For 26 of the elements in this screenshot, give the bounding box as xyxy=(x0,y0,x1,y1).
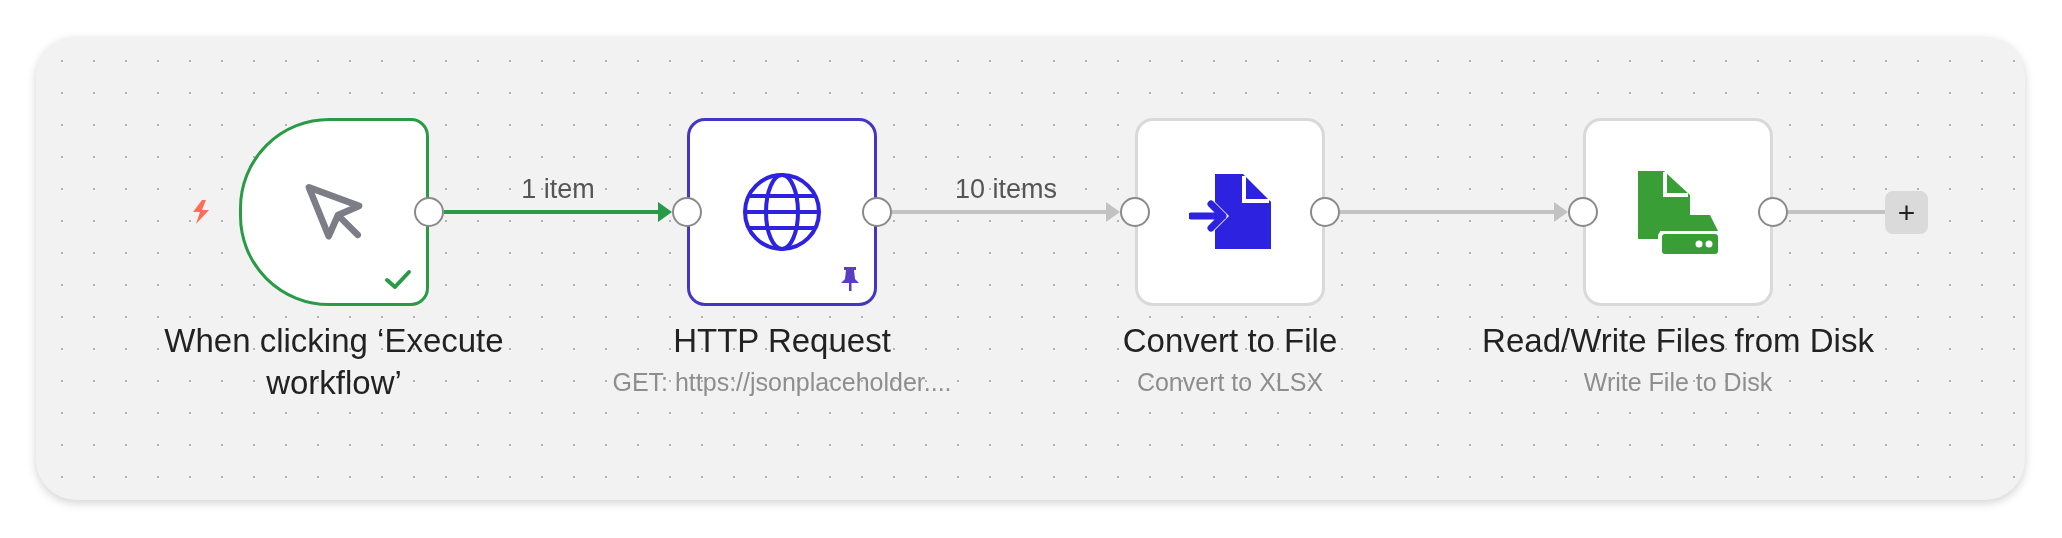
node-subtitle: GET: https://jsonplaceholder.... xyxy=(612,368,952,397)
output-handle[interactable] xyxy=(862,197,892,227)
input-handle[interactable] xyxy=(1120,197,1150,227)
check-icon xyxy=(384,267,412,291)
trigger-node[interactable] xyxy=(239,118,429,306)
node-subtitle: Convert to XLSX xyxy=(1136,368,1324,397)
item-count: 1 item xyxy=(521,174,595,204)
add-node-button[interactable]: + xyxy=(1885,191,1928,234)
connection-arrow[interactable] xyxy=(444,202,672,222)
lightning-icon xyxy=(191,200,209,224)
node-title: HTTP Request xyxy=(673,321,891,361)
item-count: 10 items xyxy=(955,174,1057,204)
output-handle[interactable] xyxy=(1310,197,1340,227)
pin-icon xyxy=(840,267,860,291)
input-handle[interactable] xyxy=(1568,197,1598,227)
output-handle[interactable] xyxy=(1758,197,1788,227)
node-subtitle: Write File to Disk xyxy=(1583,368,1773,397)
node-title: When clicking ‘Execute workflow’ xyxy=(163,321,505,403)
workflow-node[interactable] xyxy=(687,118,877,306)
node-title: Convert to File xyxy=(1122,321,1338,361)
node-title: Read/Write Files from Disk xyxy=(1482,321,1874,361)
file-drive-icon xyxy=(1638,170,1718,254)
output-handle[interactable] xyxy=(414,197,444,227)
input-handle[interactable] xyxy=(672,197,702,227)
file-import-icon xyxy=(1189,174,1271,250)
globe-icon xyxy=(742,172,822,252)
